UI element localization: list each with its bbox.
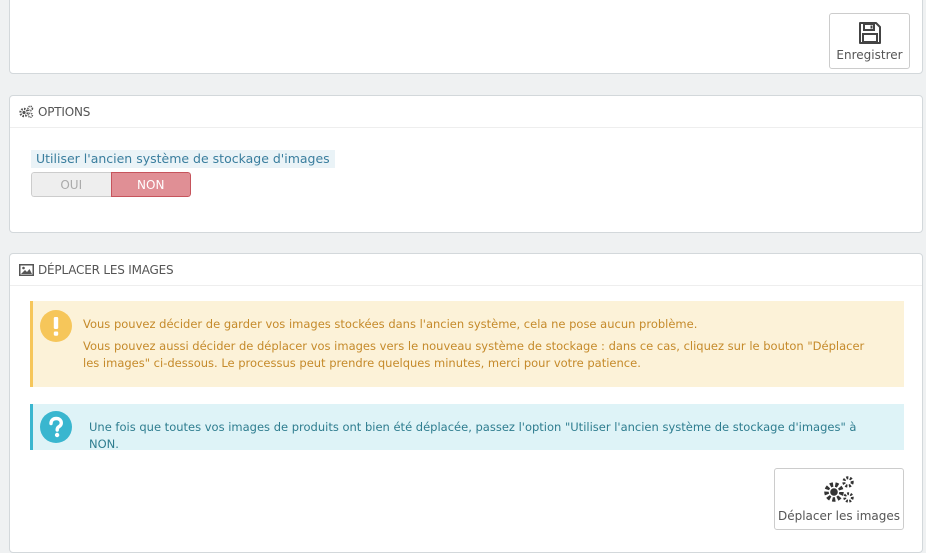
question-circle-icon [40, 411, 72, 443]
warning-alert: Vous pouvez décider de garder vos images… [30, 301, 904, 387]
warning-text-line2: Vous pouvez aussi décider de déplacer vo… [83, 339, 865, 370]
cogs-icon [824, 476, 854, 503]
options-panel-title: OPTIONS [38, 104, 91, 119]
switch-option-yes[interactable]: OUI [31, 172, 111, 197]
image-icon [19, 263, 34, 276]
move-images-button[interactable]: Déplacer les images [774, 468, 904, 530]
move-images-panel-heading: DÉPLACER LES IMAGES [10, 254, 922, 286]
move-images-button-label: Déplacer les images [777, 509, 901, 523]
switch-option-no[interactable]: NON [110, 172, 191, 197]
floppy-disk-icon [858, 22, 881, 44]
legacy-storage-label: Utiliser l'ancien système de stockage d'… [31, 150, 335, 168]
info-alert: Une fois que toutes vos images de produi… [30, 404, 904, 451]
warning-text-line1: Vous pouvez décider de garder vos images… [83, 317, 698, 331]
options-panel: OPTIONS Utiliser l'ancien système de sto… [9, 95, 923, 233]
cogs-icon [19, 105, 34, 118]
toolbar-panel: Enregistrer [9, 0, 923, 74]
info-text: Une fois que toutes vos images de produi… [89, 420, 857, 451]
save-button-label: Enregistrer [836, 48, 903, 62]
move-images-panel-title: DÉPLACER LES IMAGES [38, 262, 174, 277]
save-button[interactable]: Enregistrer [829, 13, 910, 69]
move-images-panel: DÉPLACER LES IMAGES Vous pouvez décider … [9, 253, 923, 553]
options-panel-heading: OPTIONS [10, 96, 922, 128]
legacy-storage-switch[interactable]: OUI NON [31, 172, 191, 197]
exclamation-circle-icon [40, 310, 72, 342]
